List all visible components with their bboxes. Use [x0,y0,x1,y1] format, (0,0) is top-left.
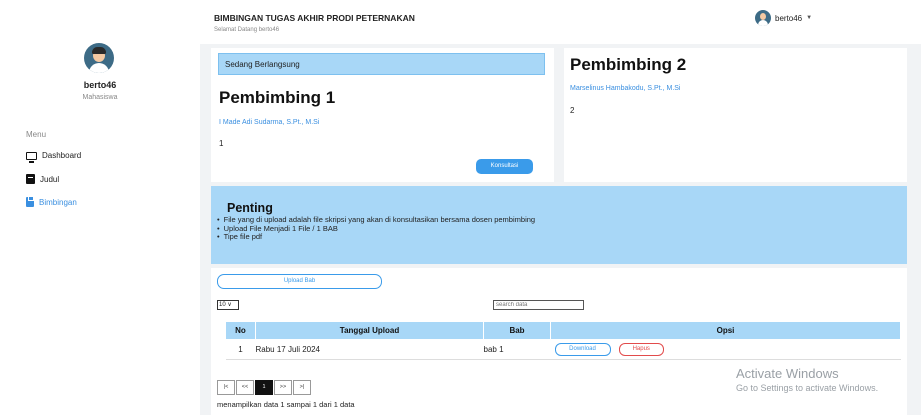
activate-windows-watermark: Activate Windows Go to Settings to activ… [736,366,878,393]
search-input[interactable] [493,300,584,310]
penting-notice: Penting File yang di upload adalah file … [211,186,907,264]
avatar [755,10,771,26]
sidebar-item-label: Dashboard [42,151,82,160]
user-role: Mahasiswa [82,94,118,101]
caret-down-icon: ▼ [806,15,813,21]
pagination: |< << 1 >> >| [217,380,312,395]
user-name: berto46 [83,80,117,90]
delete-button[interactable]: Hapus [618,343,664,356]
book-icon [26,174,35,184]
upload-table: No Tanggal Upload Bab Opsi 1 Rabu 17 Jul… [225,321,901,360]
next-page-button[interactable]: >> [274,380,292,395]
sidebar-item-label: Bimbingan [39,197,77,207]
sidebar-item-label: Judul [40,174,60,184]
watermark-subtitle: Go to Settings to activate Windows. [736,383,879,393]
cell-opsi: Download Hapus [550,339,901,360]
pembimbing-2-card: Pembimbing 2 Marselinus Hambakodu, S.Pt.… [564,48,907,182]
cell-bab: bab 1 [483,339,551,360]
last-page-button[interactable]: >| [293,380,311,395]
column-header-bab: Bab [483,321,551,340]
konsultasi-button[interactable]: Konsultasi [476,159,533,174]
download-button[interactable]: Download [554,343,611,356]
penting-list: File yang di upload adalah file skripsi … [217,215,535,242]
page-1-button[interactable]: 1 [255,380,273,395]
entries-select[interactable]: 10 ∨ [217,300,239,310]
upload-bab-button[interactable]: Upload Bab [217,274,382,289]
list-item: Upload File Menjadi 1 File / 1 BAB [217,224,535,234]
sidebar-item-judul[interactable]: Judul [26,174,59,184]
prev-page-button[interactable]: << [236,380,254,395]
pembimbing-1-card: Sedang Berlangsung Pembimbing 1 I Made A… [211,48,554,182]
top-bar: BIMBINGAN TUGAS AKHIR PRODI PETERNAKAN S… [200,0,921,44]
menu-title: Menu [26,130,47,139]
list-item: Tipe file pdf [217,232,535,242]
pembimbing-2-title: Pembimbing 2 [570,55,687,74]
first-page-button[interactable]: |< [217,380,235,395]
pembimbing-2-count: 2 [570,106,575,115]
sidebar: berto46 Mahasiswa Menu Dashboard Judul B… [0,0,200,415]
pembimbing-2-name: Marselinus Hambakodu, S.Pt., M.Si [570,85,681,92]
column-header-tanggal: Tanggal Upload [255,321,484,340]
app-title: BIMBINGAN TUGAS AKHIR PRODI PETERNAKAN [214,13,415,23]
status-banner: Sedang Berlangsung [218,53,545,75]
sidebar-item-dashboard[interactable]: Dashboard [26,151,82,163]
pagination-info: menampilkan data 1 sampai 1 dari 1 data [217,400,355,409]
sidebar-item-bimbingan[interactable]: Bimbingan [26,196,77,207]
pembimbing-1-title: Pembimbing 1 [219,88,336,107]
cell-no: 1 [225,339,256,360]
monitor-icon [26,151,37,163]
pembimbing-1-count: 1 [219,139,224,148]
user-menu-name: berto46 [775,13,803,23]
cell-date: Rabu 17 Juli 2024 [255,339,484,360]
user-avatar [84,43,114,73]
user-menu[interactable]: berto46 ▼ [755,10,812,26]
table-header-row: No Tanggal Upload Bab Opsi [225,321,901,340]
column-header-no: No [225,321,256,340]
welcome-text: Selamat Datang berto46 [214,27,280,33]
table-row: 1 Rabu 17 Juli 2024 bab 1 Download Hapus [225,339,901,360]
pembimbing-1-name: I Made Adi Sudarma, S.Pt., M.Si [219,119,320,126]
column-header-opsi: Opsi [550,321,901,340]
penting-title: Penting [227,201,273,215]
watermark-title: Activate Windows [736,366,839,381]
clipboard-icon [26,196,34,207]
